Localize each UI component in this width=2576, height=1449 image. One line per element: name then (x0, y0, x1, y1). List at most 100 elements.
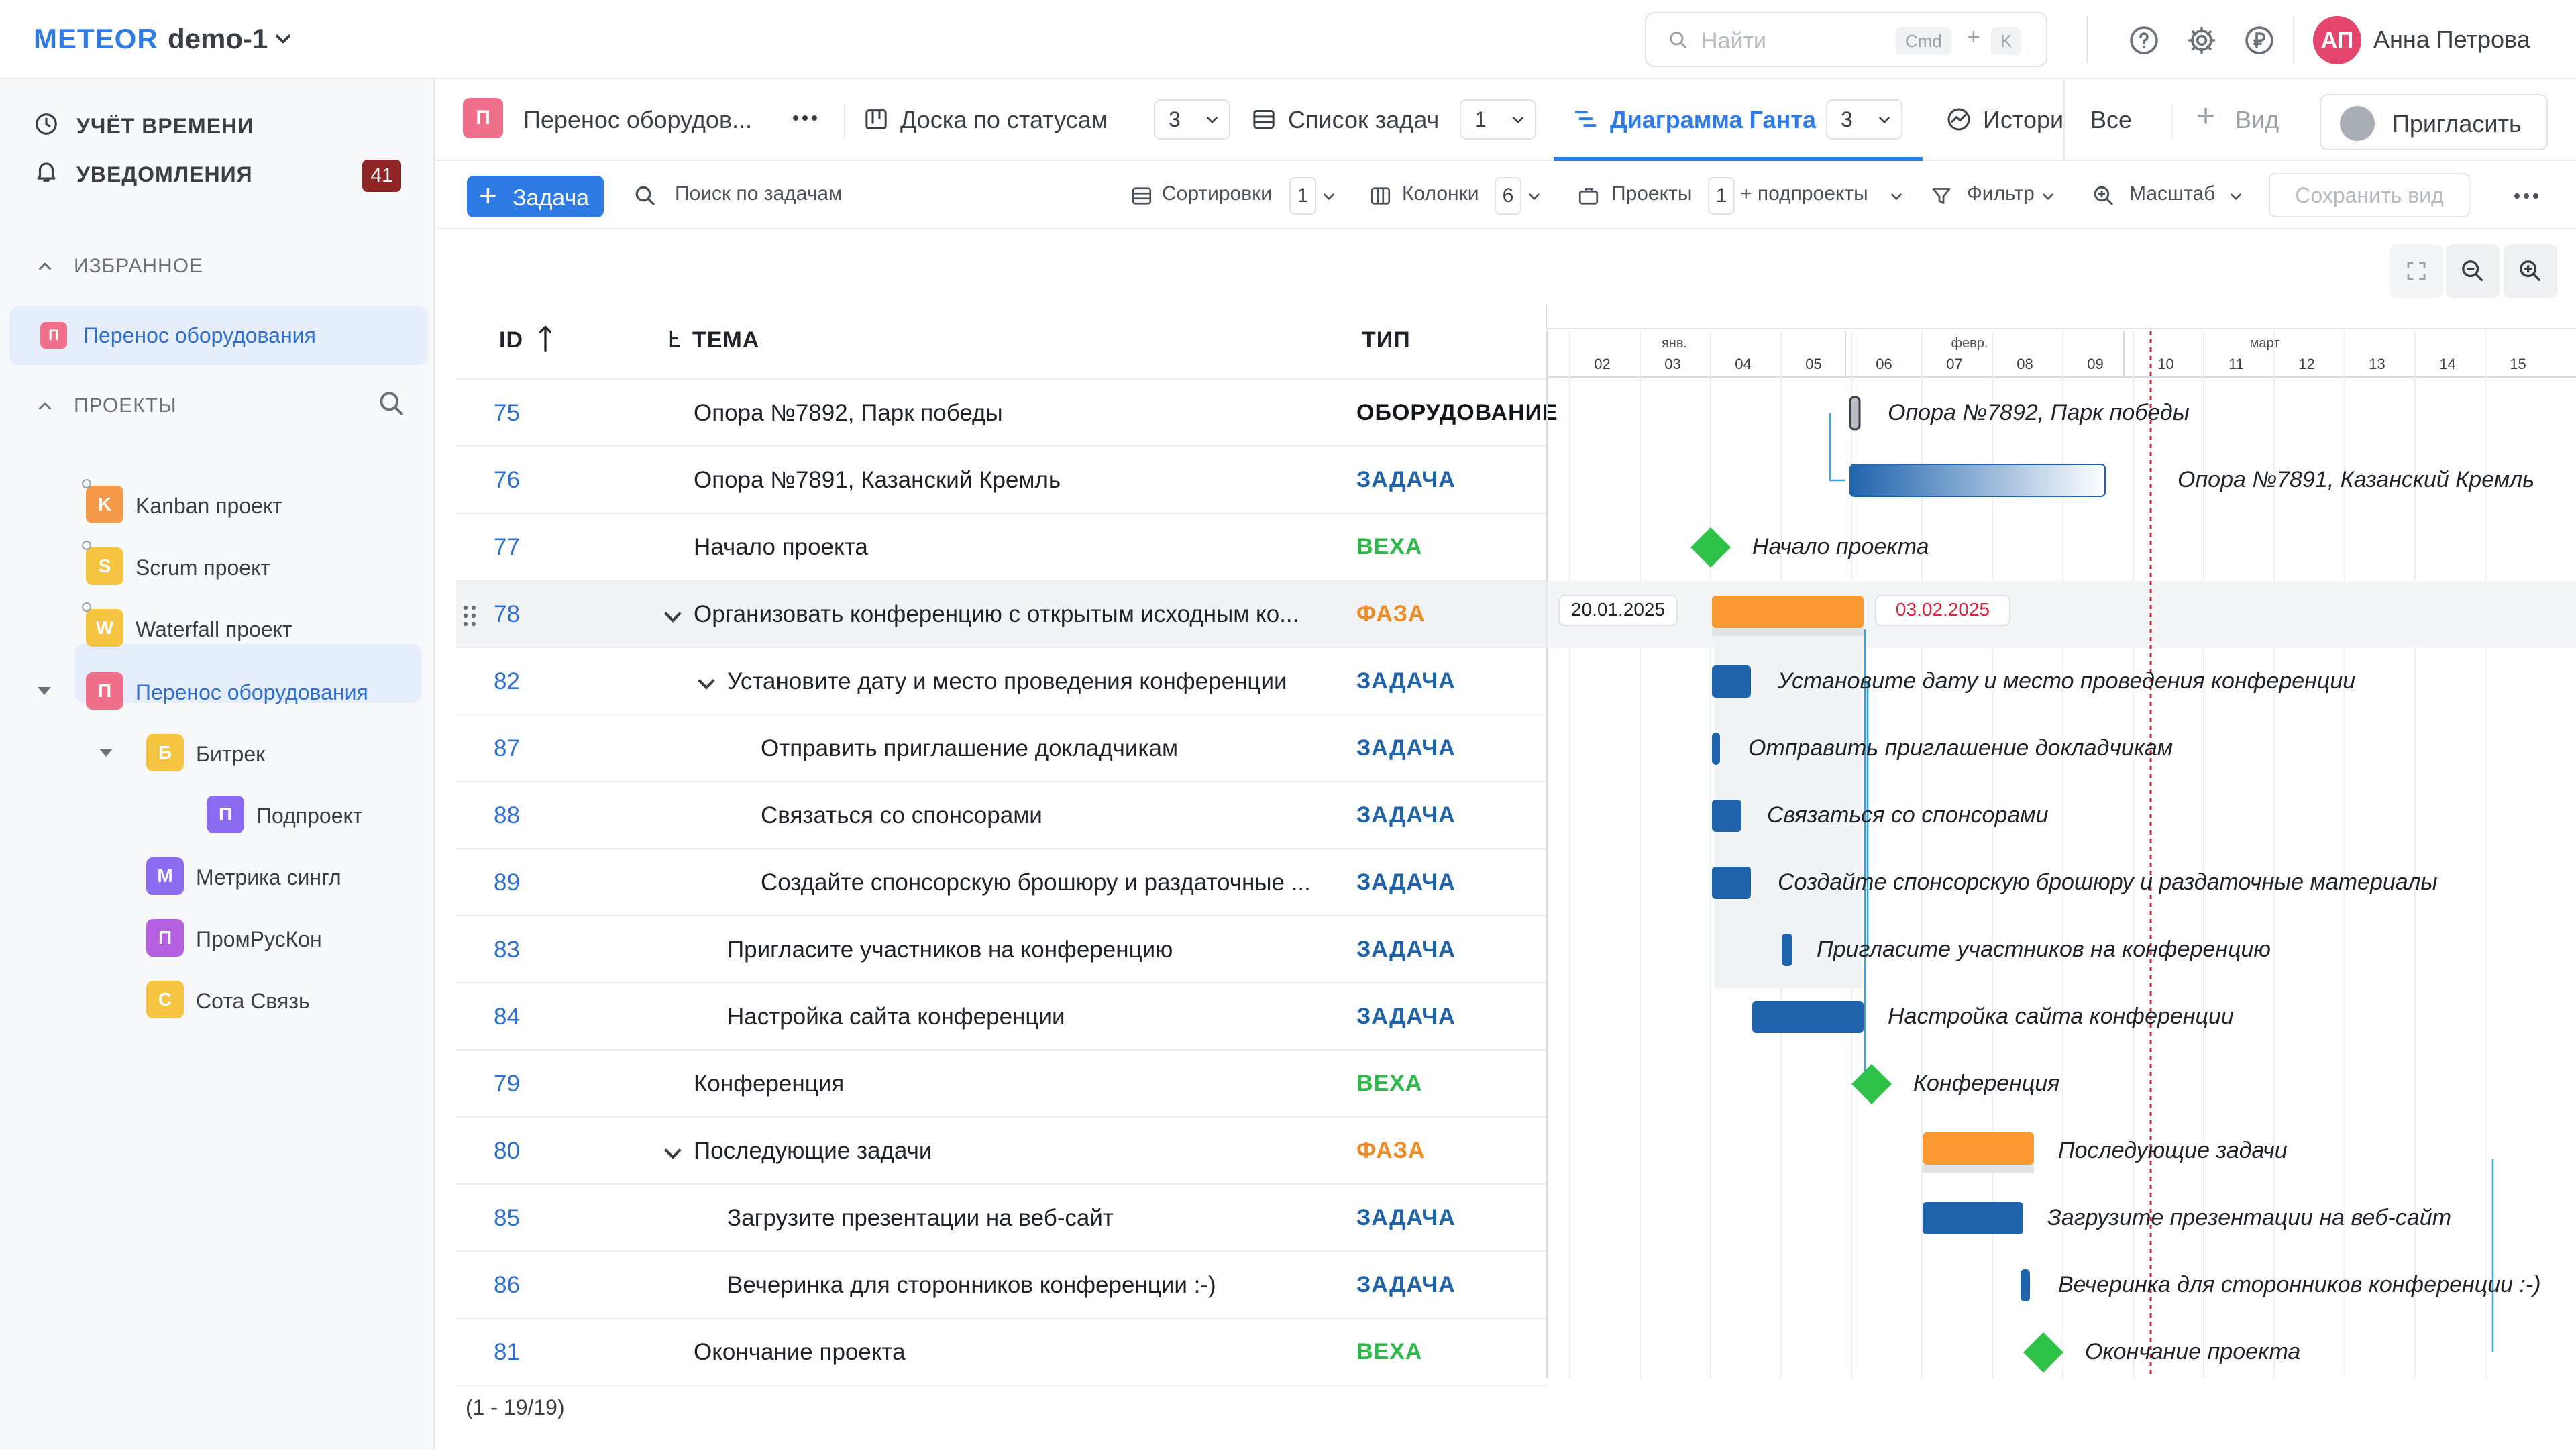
tab-task-list[interactable]: Список задач 1 (1250, 79, 1572, 161)
sidebar-item-notifications[interactable]: УВЕДОМЛЕНИЯ (76, 162, 253, 187)
scale-button[interactable]: Масштаб (2129, 182, 2215, 205)
task-subject[interactable]: Создайте спонсорскую брошюру и раздаточн… (761, 869, 1311, 896)
table-row[interactable]: 87 Отправить приглашение докладчикам ЗАДАЧ… (456, 715, 1547, 782)
table-row[interactable]: 83 Пригласите участников на конференцию ЗА… (456, 916, 1547, 983)
milestone-marker[interactable] (1690, 527, 1731, 568)
chevron-up-icon[interactable] (35, 396, 55, 416)
table-row[interactable]: 75 Опора №7892, Парк победы ОБОРУДОВАНИЕ (456, 380, 1558, 447)
task-bar[interactable] (1782, 934, 1792, 966)
task-subject[interactable]: Окончание проекта (694, 1339, 906, 1366)
task-id-link[interactable]: 86 (494, 1272, 520, 1299)
task-id-link[interactable]: 85 (494, 1205, 520, 1232)
table-row[interactable]: 86 Вечеринка для сторонников конференции … (456, 1252, 1547, 1319)
filter-button[interactable]: Фильтр (1967, 182, 2035, 205)
global-search[interactable]: Найти Cmd + K (1645, 12, 2047, 67)
task-bar[interactable] (1712, 665, 1751, 698)
task-id-link[interactable]: 82 (494, 668, 520, 695)
save-view-button[interactable]: Сохранить вид (2269, 173, 2470, 217)
column-header-id[interactable]: ID (499, 327, 523, 354)
chevron-down-icon[interactable] (1525, 188, 1543, 205)
expand-caret-icon[interactable] (38, 687, 51, 695)
task-id-link[interactable]: 81 (494, 1339, 520, 1366)
user-avatar[interactable]: АП (2313, 16, 2361, 64)
fullscreen-button[interactable] (2390, 244, 2443, 298)
zoom-out-button[interactable] (2446, 244, 2500, 298)
table-row[interactable]: 81 Окончание проекта ВЕХА (456, 1319, 1547, 1386)
table-row[interactable]: 77 Начало проекта ВЕХА (456, 514, 1547, 581)
tab-history[interactable]: Истори (1945, 79, 2066, 161)
subprojects-button[interactable]: + подпроекты (1740, 182, 1868, 205)
chevron-down-icon[interactable] (2039, 188, 2057, 205)
task-subject[interactable]: Загрузите презентации на веб-сайт (727, 1205, 1114, 1232)
milestone-marker[interactable] (1851, 1064, 1892, 1104)
task-subject[interactable]: Пригласите участников на конференцию (727, 936, 1173, 963)
task-bar[interactable] (1712, 800, 1741, 832)
column-header-type[interactable]: ТИП (1362, 327, 1411, 354)
task-subject[interactable]: Опора №7891, Казанский Кремль (694, 467, 1061, 494)
task-bar[interactable] (1923, 1202, 2023, 1234)
table-row[interactable]: 84 Настройка сайта конференции ЗАДАЧА (456, 983, 1547, 1051)
tab-status-board[interactable]: Доска по статусам 3 (863, 79, 1252, 161)
help-icon[interactable] (2128, 24, 2160, 56)
task-bar[interactable] (1712, 733, 1720, 765)
task-search-input[interactable]: Поиск по задачам (675, 182, 843, 205)
table-row[interactable]: 85 Загрузите презентации на веб-сайт ЗАДАЧ… (456, 1185, 1547, 1252)
more-icon[interactable] (2513, 188, 2540, 204)
invite-button[interactable]: Пригласить (2320, 94, 2548, 150)
sort-ascending-icon[interactable] (538, 323, 553, 353)
task-id-link[interactable]: 80 (494, 1138, 520, 1165)
more-icon[interactable] (792, 110, 818, 126)
task-bar[interactable] (2021, 1269, 2030, 1301)
task-id-link[interactable]: 87 (494, 735, 520, 762)
task-id-link[interactable]: 76 (494, 467, 520, 494)
table-row[interactable]: 82 Установите дату и место проведения кон… (456, 648, 1547, 715)
tab-all[interactable]: Все (2090, 79, 2157, 161)
app-logo[interactable]: METEOR (34, 23, 158, 55)
chevron-down-icon[interactable] (664, 605, 682, 623)
task-subject[interactable]: Связаться со спонсорами (761, 802, 1042, 829)
chevron-down-icon[interactable] (1320, 188, 1338, 205)
user-name[interactable]: Анна Петрова (2373, 25, 2530, 54)
task-id-link[interactable]: 89 (494, 869, 520, 896)
task-subject[interactable]: Начало проекта (694, 534, 868, 561)
add-task-button[interactable]: + Задача (467, 176, 604, 217)
task-subject[interactable]: Вечеринка для сторонников конференции :-… (727, 1272, 1216, 1299)
task-bar[interactable] (1712, 867, 1751, 899)
tab-gantt[interactable]: Диаграмма Ганта 3 (1572, 79, 1908, 161)
task-id-link[interactable]: 88 (494, 802, 520, 829)
zoom-in-button[interactable] (2504, 244, 2557, 298)
ruble-icon[interactable] (2243, 24, 2275, 56)
task-subject[interactable]: Настройка сайта конференции (727, 1004, 1065, 1030)
task-subject[interactable]: Опора №7892, Парк победы (694, 400, 1003, 427)
task-id-link[interactable]: 79 (494, 1071, 520, 1097)
task-id-link[interactable]: 77 (494, 534, 520, 561)
project-tab[interactable]: П Перенос оборудов... (463, 79, 752, 161)
chevron-down-icon[interactable] (1888, 188, 1905, 205)
table-row[interactable]: 76 Опора №7891, Казанский Кремль ЗАДАЧА (456, 447, 1547, 514)
task-subject[interactable]: Отправить приглашение докладчикам (761, 735, 1178, 762)
task-id-link[interactable]: 78 (494, 601, 520, 628)
view-count-select[interactable]: 1 (1460, 99, 1536, 140)
sidebar-item-time-tracking[interactable]: УЧЁТ ВРЕМЕНИ (0, 98, 435, 152)
chevron-down-icon[interactable] (271, 27, 295, 51)
view-count-select[interactable]: 3 (1154, 99, 1230, 140)
favorite-item-project[interactable]: П Перенос оборудования (9, 306, 428, 365)
milestone-marker[interactable] (2023, 1332, 2063, 1373)
search-icon[interactable] (377, 389, 407, 419)
chevron-down-icon[interactable] (664, 1142, 682, 1159)
chevron-down-icon[interactable] (698, 672, 715, 690)
gear-icon[interactable] (2186, 24, 2218, 56)
table-row[interactable]: 89 Создайте спонсорскую брошюру и раздато… (456, 849, 1547, 916)
phase-bar[interactable] (1712, 596, 1864, 628)
gantt-chart[interactable]: янв. февр. март 02 03 04 05 06 07 08 09 10 11 12 13 14 1… (1547, 305, 2576, 1378)
task-subject[interactable]: Установите дату и место проведения конфе… (727, 668, 1287, 695)
table-row[interactable]: 80 Последующие задачи ФАЗА (456, 1118, 1547, 1185)
columns-button[interactable]: Колонки (1402, 182, 1479, 205)
task-subject[interactable]: Организовать конференцию с открытым исхо… (694, 601, 1299, 628)
workspace-name[interactable]: demo-1 (168, 23, 268, 55)
task-bar[interactable] (1752, 1001, 1864, 1033)
task-id-link[interactable]: 83 (494, 936, 520, 963)
table-row[interactable]: 79 Конференция ВЕХА (456, 1051, 1547, 1118)
task-bar[interactable] (1849, 464, 2106, 497)
chevron-up-icon[interactable] (35, 256, 55, 276)
